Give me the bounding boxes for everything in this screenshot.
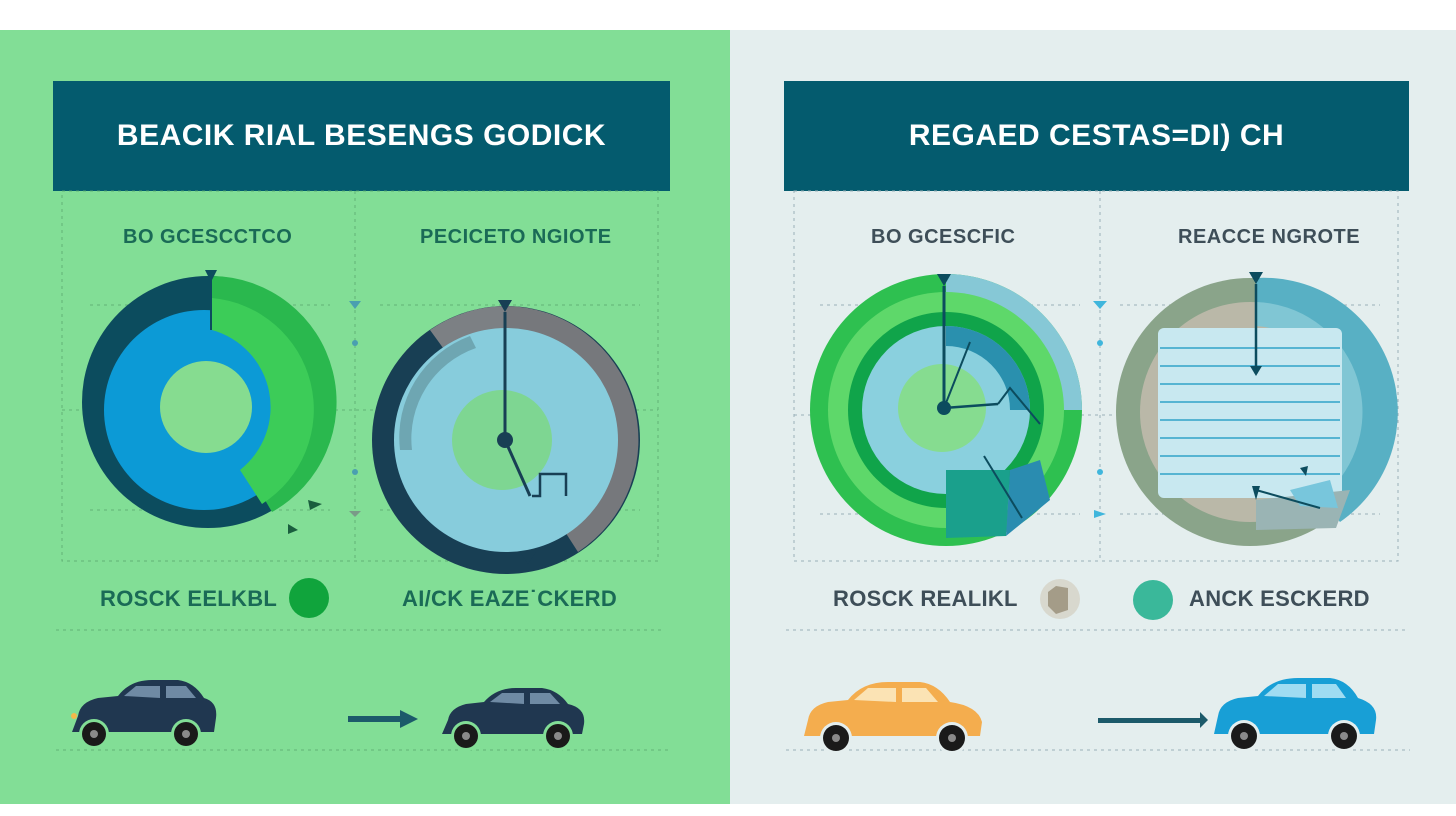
- left-gauge-a-label: BO GCESCCTCO: [123, 226, 293, 248]
- right-legend-a-icon: [1040, 579, 1080, 619]
- right-gauge-a-label: BO GCESCFIC: [871, 226, 1016, 248]
- right-legend-b-label: ANCK ESCKERD: [1189, 586, 1370, 611]
- left-arrow-icon: [348, 710, 418, 728]
- right-car-before-icon: [804, 682, 982, 754]
- left-car-before-icon: [71, 680, 217, 749]
- right-legend-b-swatch: [1133, 580, 1173, 620]
- left-panel: BEACIK RIAL BESENGS GODICK BO GCESCCTCO …: [0, 30, 730, 804]
- right-diagram: [786, 190, 1410, 754]
- right-arrow-icon: [1098, 712, 1208, 728]
- left-diagram: [56, 190, 670, 751]
- left-legend-a-label: ROSCK EELKBL: [100, 586, 278, 611]
- right-gauge-b-label: REACCE NGROTE: [1178, 226, 1361, 248]
- right-gauge-a: [810, 274, 1082, 546]
- left-legend-a-swatch: [289, 578, 329, 618]
- left-gauge-b: [372, 300, 640, 574]
- left-gauge-b-label: PECICETO NGIOTE: [420, 226, 612, 248]
- left-car-after-icon: [442, 688, 585, 751]
- right-gauge-b: [1116, 272, 1398, 546]
- left-gauge-a: [82, 270, 337, 534]
- right-panel: REGAED CESTAS=DI) CH BO GCESCFIC REACCE …: [730, 30, 1456, 804]
- right-car-after-icon: [1214, 678, 1377, 752]
- right-legend-a-label: ROSCK REALIKL: [833, 586, 1018, 611]
- left-legend-b-label: ΑΙ/CK EAZE˙CKERD: [402, 586, 618, 611]
